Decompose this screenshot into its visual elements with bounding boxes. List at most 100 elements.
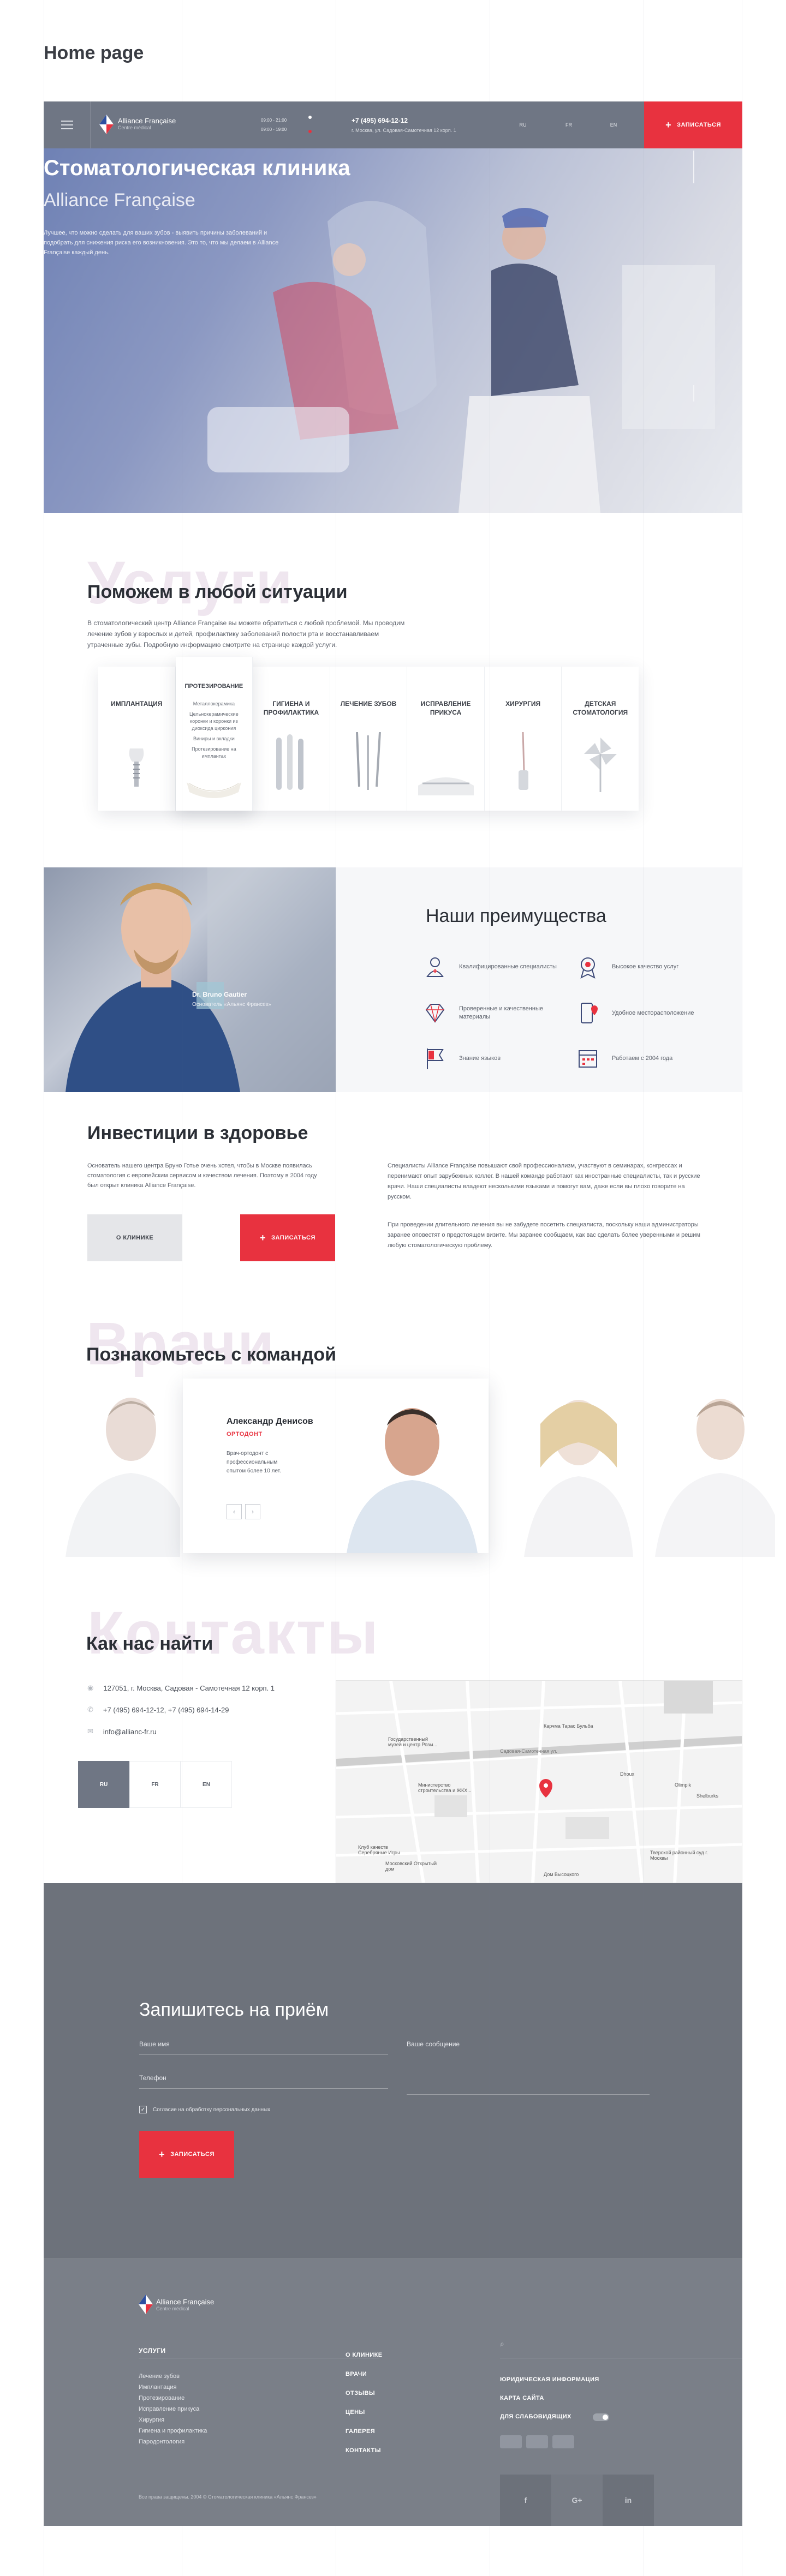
map-label: Shelburks bbox=[696, 1793, 719, 1799]
doctor-photo[interactable] bbox=[44, 1386, 180, 1557]
mastercard-icon bbox=[526, 2435, 548, 2448]
map-label: Министерство строительства и ЖКХ... bbox=[418, 1782, 472, 1793]
toothbrush-icon bbox=[276, 734, 304, 790]
header-phone[interactable]: +7 (495) 694-12-12 bbox=[352, 117, 456, 124]
submenu-item[interactable]: Виниры и вкладки bbox=[183, 735, 245, 742]
consent-checkbox[interactable]: ✓ bbox=[139, 2106, 147, 2113]
name-field[interactable]: Ваше имя bbox=[139, 2040, 388, 2055]
footer-service-link[interactable]: Имплантация bbox=[139, 2382, 207, 2393]
founder-name: Dr. Bruno Gautier bbox=[192, 991, 247, 998]
footer-sitemap-link[interactable]: КАРТА САЙТА bbox=[500, 2395, 544, 2401]
service-card-label: ХИРУРГИЯ bbox=[505, 700, 541, 708]
footer-nav-link[interactable]: КОНТАКТЫ bbox=[346, 2441, 382, 2460]
search-icon[interactable]: ⌕ bbox=[500, 2339, 504, 2349]
contact-phones: ✆ +7 (495) 694-12-12, +7 (495) 694-14-29 bbox=[87, 1705, 229, 1714]
linkedin-icon[interactable]: in bbox=[603, 2475, 654, 2526]
footer-service-link[interactable]: Лечение зубов bbox=[139, 2371, 207, 2382]
page-heading: Home page bbox=[44, 43, 144, 63]
flag-icon bbox=[427, 1049, 444, 1069]
contacts-lang-en[interactable]: EN bbox=[181, 1761, 232, 1808]
contact-phones-text[interactable]: +7 (495) 694-12-12, +7 (495) 694-14-29 bbox=[103, 1706, 229, 1714]
service-card-prosthetics[interactable]: ПРОТЕЗИРОВАНИЕ Металлокерамика Цельнокер… bbox=[175, 657, 253, 811]
service-card-treatment[interactable]: ЛЕЧЕНИЕ ЗУБОВ bbox=[330, 667, 408, 811]
doctor-photo[interactable] bbox=[491, 1386, 633, 1557]
visa-icon bbox=[500, 2435, 522, 2448]
footer-nav-link[interactable]: ВРАЧИ bbox=[346, 2365, 382, 2384]
map-label: Клуб качеств Серебряные Игры bbox=[358, 1844, 400, 1855]
footer-nav-link[interactable]: ГАЛЕРЕЯ bbox=[346, 2422, 382, 2441]
doctor-photo[interactable] bbox=[639, 1386, 775, 1557]
services-text: В стоматологический центр Alliance Franç… bbox=[87, 619, 405, 649]
lang-ru[interactable]: RU bbox=[505, 122, 540, 128]
braces-icon bbox=[418, 777, 474, 795]
footer-service-link[interactable]: Пародонтология bbox=[139, 2436, 207, 2447]
logo-sub: Centre médical bbox=[118, 125, 151, 130]
map[interactable]: Государственный музей и центр Розы... Ка… bbox=[336, 1680, 742, 1883]
footer-nav-link[interactable]: ЦЕНЫ bbox=[346, 2403, 382, 2422]
service-card-surgery[interactable]: ХИРУРГИЯ bbox=[485, 667, 562, 811]
submenu-item[interactable]: Металлокерамика bbox=[183, 700, 245, 708]
footer-service-link[interactable]: Протезирование bbox=[139, 2393, 207, 2404]
message-field[interactable]: Ваше сообщение bbox=[407, 2040, 650, 2095]
team-card-name: Александр Денисов bbox=[227, 1417, 313, 1426]
footer-service-link[interactable]: Хирургия bbox=[139, 2415, 207, 2425]
phone-icon: ✆ bbox=[87, 1705, 93, 1714]
map-label: Olimpik bbox=[675, 1782, 692, 1788]
about-clinic-button[interactable]: О КЛИНИКЕ bbox=[87, 1214, 182, 1261]
service-card-kids[interactable]: ДЕТСКАЯ СТОМАТОЛОГИЯ bbox=[562, 667, 639, 811]
service-card-hygiene[interactable]: ГИГИЕНА И ПРОФИЛАКТИКА bbox=[253, 667, 330, 811]
service-card-orthodontics[interactable]: ИСПРАВЛЕНИЕ ПРИКУСА bbox=[407, 667, 485, 811]
footer-legal-link[interactable]: ЮРИДИЧЕСКАЯ ИНФОРМАЦИЯ bbox=[500, 2376, 599, 2383]
invest-right-text-1: Специалисты Alliance Française повышают … bbox=[388, 1163, 700, 1200]
chevron-left-icon: ‹ bbox=[233, 1508, 235, 1515]
footer-logo[interactable]: Alliance Française Centre médical bbox=[156, 2298, 214, 2311]
lang-fr[interactable]: FR bbox=[551, 122, 586, 128]
service-card-label: ГИГИЕНА И ПРОФИЛАКТИКА bbox=[263, 700, 319, 716]
contact-email-text[interactable]: info@allianc-fr.ru bbox=[103, 1728, 157, 1736]
submenu-item[interactable]: Протезирование на имплантах bbox=[183, 746, 245, 760]
advantage-item: Высокое качество услуг bbox=[576, 955, 718, 979]
footer-service-link[interactable]: Исправление прикуса bbox=[139, 2404, 207, 2415]
contacts-lang-ru[interactable]: RU bbox=[78, 1761, 129, 1808]
contacts-lang-fr[interactable]: FR bbox=[129, 1761, 181, 1808]
team-card-role: ОРТОДОНТ bbox=[227, 1431, 263, 1437]
googleplus-icon[interactable]: G+ bbox=[551, 2475, 603, 2526]
header-address: г. Москва, ул. Садовая-Самотечная 12 кор… bbox=[352, 128, 456, 133]
accessibility-toggle[interactable] bbox=[593, 2413, 609, 2421]
form-submit-button[interactable]: + ЗАПИСАТЬСЯ bbox=[139, 2131, 234, 2178]
logo[interactable]: Alliance Française Centre médical bbox=[118, 117, 176, 130]
team-card-text: Врач-ортодонт с профессиональным опытом … bbox=[227, 1451, 281, 1474]
header-book-button[interactable]: + ЗАПИСАТЬСЯ bbox=[644, 101, 742, 148]
service-card-label: ИМПЛАНТАЦИЯ bbox=[111, 700, 163, 708]
hero-subtitle: Alliance Française bbox=[44, 190, 195, 211]
footer-accessibility-link[interactable]: ДЛЯ СЛАБОВИДЯЩИХ bbox=[500, 2413, 571, 2420]
advantage-text: Удобное месторасположение bbox=[612, 1009, 694, 1016]
service-card-implant[interactable]: ИМПЛАНТАЦИЯ bbox=[98, 667, 176, 811]
services-title: Поможем в любой ситуации bbox=[87, 582, 348, 602]
footer-nav-link[interactable]: ОТЗЫВЫ bbox=[346, 2384, 382, 2403]
lang-en[interactable]: EN bbox=[596, 122, 631, 128]
footer-logo-flag-icon bbox=[139, 2295, 153, 2314]
team-next-button[interactable]: › bbox=[245, 1504, 260, 1519]
logo-flag-icon bbox=[99, 115, 114, 134]
founder-illustration bbox=[66, 867, 336, 1092]
doctor-icon bbox=[426, 957, 444, 977]
founder-role: Основатель «Альянс Франсез» bbox=[192, 1002, 271, 1008]
denture-icon bbox=[186, 782, 241, 798]
site-footer: Alliance Française Centre médical УСЛУГИ… bbox=[44, 2259, 742, 2526]
hours-weekday: 09:00 - 21:00 bbox=[261, 118, 287, 123]
advantage-item: Знание языков bbox=[423, 1046, 565, 1070]
invest-book-button[interactable]: + ЗАПИСАТЬСЯ bbox=[240, 1214, 335, 1261]
footer-service-link[interactable]: Гигиена и профилактика bbox=[139, 2425, 207, 2436]
service-card-label: ПРОТЕЗИРОВАНИЕ bbox=[184, 683, 243, 690]
team-prev-button[interactable]: ‹ bbox=[227, 1504, 242, 1519]
submenu-item[interactable]: Цельнокерамические коронки и коронки из … bbox=[183, 711, 245, 732]
phone-field[interactable]: Телефон bbox=[139, 2074, 388, 2089]
contact-address: ◉ 127051, г. Москва, Садовая - Самотечна… bbox=[87, 1684, 275, 1692]
advantages-title: Наши преимущества bbox=[426, 906, 606, 926]
footer-nav-link[interactable]: О КЛИНИКЕ bbox=[346, 2346, 382, 2365]
facebook-icon[interactable]: f bbox=[500, 2475, 551, 2526]
dental-tools-icon bbox=[356, 732, 382, 790]
menu-burger-button[interactable] bbox=[44, 101, 91, 148]
footer-nav: О КЛИНИКЕ ВРАЧИ ОТЗЫВЫ ЦЕНЫ ГАЛЕРЕЯ КОНТ… bbox=[346, 2346, 382, 2460]
